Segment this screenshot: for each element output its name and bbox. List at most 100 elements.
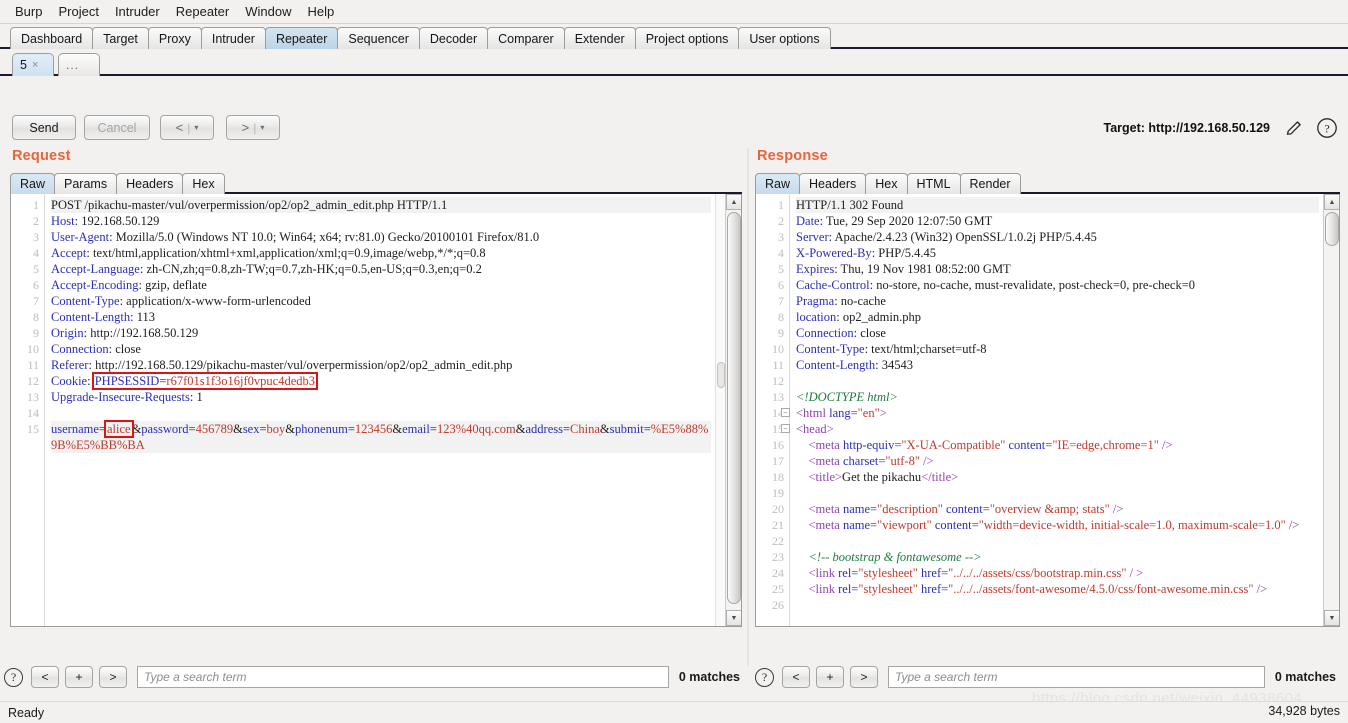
status-text: Ready (8, 705, 45, 720)
menu-item-intruder[interactable]: Intruder (108, 2, 167, 21)
response-tab-headers[interactable]: Headers (799, 173, 867, 194)
fold-toggle-icon[interactable]: − (781, 424, 790, 433)
request-token: & (233, 422, 243, 436)
response-token: lang= (829, 406, 858, 420)
request-token: : 192.168.50.129 (74, 214, 160, 228)
help-icon[interactable]: ? (755, 667, 774, 687)
history-forward-button[interactable]: > | ▾ (226, 115, 280, 140)
request-token: : text/html,application/xhtml+xml,applic… (86, 246, 486, 260)
request-code-area[interactable]: POST /pikachu-master/vul/overpermission/… (45, 194, 715, 626)
help-icon[interactable]: ? (4, 667, 23, 687)
search-prev-button[interactable]: < (782, 666, 810, 688)
fold-toggle-icon[interactable]: − (781, 408, 790, 417)
response-editor[interactable]: 1 2 3 4 5 6 7 8 9 10 11 12 13 14−15−16 17 18 19 20 21 22 23 2… (755, 194, 1340, 627)
help-icon[interactable]: ? (1316, 117, 1338, 139)
response-token: <meta (796, 454, 843, 468)
scroll-up-icon[interactable]: ▲ (726, 194, 741, 210)
response-token: <title> (796, 470, 843, 484)
svg-text:?: ? (1324, 121, 1329, 135)
repeater-tab-new[interactable]: ... (58, 53, 100, 76)
search-next-button[interactable]: > (99, 666, 127, 688)
response-token: Date (796, 214, 820, 228)
response-token: : op2_admin.php (836, 310, 921, 324)
tab-proxy[interactable]: Proxy (147, 27, 202, 49)
request-editor[interactable]: 1 2 3 4 5 6 7 8 9 10 11 12 13 14 15 POST /pikachu-mast… (10, 194, 742, 627)
scroll-down-icon[interactable]: ▼ (726, 610, 741, 626)
response-line-number: 20 (772, 502, 784, 516)
search-next-button[interactable]: > (850, 666, 878, 688)
pencil-icon[interactable] (1284, 118, 1304, 138)
response-token: <meta (796, 502, 843, 516)
search-add-button[interactable]: + (65, 666, 93, 688)
request-scroll-thumb[interactable] (727, 212, 741, 604)
response-vertical-scrollbar[interactable]: ▲ ▼ (1323, 194, 1339, 626)
tab-project-options[interactable]: Project options (634, 27, 740, 49)
response-tab-hex[interactable]: Hex (865, 173, 908, 194)
tab-user-options[interactable]: User options (738, 27, 831, 49)
close-icon[interactable]: × (32, 59, 38, 71)
search-input[interactable]: Type a search term (137, 666, 669, 688)
response-line-number: 13 (772, 390, 784, 404)
tab-repeater[interactable]: Repeater (264, 27, 339, 49)
response-title: Response (757, 148, 828, 164)
response-token: name= (842, 518, 878, 532)
tab-decoder[interactable]: Decoder (418, 27, 489, 49)
tab-extender[interactable]: Extender (563, 27, 636, 49)
cancel-button[interactable]: Cancel (84, 115, 150, 140)
menu-item-repeater[interactable]: Repeater (169, 2, 236, 21)
search-prev-button[interactable]: < (31, 666, 59, 688)
request-tab-raw[interactable]: Raw (10, 173, 56, 194)
request-token: POST /pikachu-master/vul/overpermission/… (51, 198, 448, 212)
response-code-area[interactable]: HTTP/1.1 302 Found Date: Tue, 29 Sep 2020… (790, 194, 1323, 626)
search-input[interactable]: Type a search term (888, 666, 1265, 688)
request-token: Accept (51, 246, 87, 260)
response-token: : 34543 (875, 358, 914, 372)
request-line: Accept-Language: zh-CN,zh;q=0.8,zh-TW;q=… (51, 261, 711, 277)
response-token: Content-Length (796, 358, 876, 372)
tab-target[interactable]: Target (92, 27, 149, 49)
response-token: "width=device-width, initial-scale=1.0, … (978, 518, 1286, 532)
menu-item-project[interactable]: Project (51, 2, 105, 21)
scroll-up-icon[interactable]: ▲ (1324, 194, 1339, 210)
response-line: <link rel="stylesheet" href="../../../as… (796, 565, 1319, 581)
response-line: <title>Get the pikachu</title> (796, 469, 1319, 485)
request-minimap-rail[interactable] (715, 194, 725, 626)
tab-comparer[interactable]: Comparer (487, 27, 565, 49)
menu-item-burp[interactable]: Burp (8, 2, 49, 21)
tab-intruder[interactable]: Intruder (200, 27, 266, 49)
tab-sequencer[interactable]: Sequencer (337, 27, 420, 49)
response-tab-strip: Raw Headers Hex HTML Render (755, 172, 1340, 194)
menu-item-window[interactable]: Window (238, 2, 298, 21)
request-line: Host: 192.168.50.129 (51, 213, 711, 229)
scroll-down-icon[interactable]: ▼ (1324, 610, 1339, 626)
search-add-button[interactable]: + (816, 666, 844, 688)
response-token: "../../../assets/css/bootstrap.min.css" (948, 566, 1127, 580)
response-scroll-thumb[interactable] (1325, 212, 1339, 246)
request-tab-params[interactable]: Params (54, 173, 118, 194)
request-line (51, 405, 711, 421)
tab-dashboard[interactable]: Dashboard (10, 27, 94, 49)
response-line-number: 6 (778, 278, 784, 292)
response-tab-raw[interactable]: Raw (755, 173, 801, 194)
response-line (796, 485, 1319, 501)
repeater-tab-5[interactable]: 5 × (12, 53, 54, 76)
panel-divider[interactable] (747, 148, 749, 666)
request-tab-headers[interactable]: Headers (116, 173, 184, 194)
request-highlight-box: PHPSESSID=r67f01s1f3o16jf0vpuc4dedb3 (91, 372, 319, 390)
menu-item-help[interactable]: Help (300, 2, 341, 21)
response-token: "description" (877, 502, 943, 516)
send-button[interactable]: Send (12, 115, 76, 140)
response-line-number: 21 (772, 518, 784, 532)
response-token: <link (796, 582, 839, 596)
response-line-number: 10 (772, 342, 784, 356)
request-minimap-thumb[interactable] (717, 362, 725, 388)
request-line-number: 12 (27, 374, 39, 388)
response-tab-html[interactable]: HTML (906, 173, 961, 194)
request-tab-hex[interactable]: Hex (182, 173, 225, 194)
response-line: location: op2_admin.php (796, 309, 1319, 325)
request-vertical-scrollbar[interactable]: ▲ ▼ (725, 194, 741, 626)
request-line-number: 13 (27, 390, 39, 404)
history-back-button[interactable]: < | ▾ (160, 115, 214, 140)
response-tab-render[interactable]: Render (959, 173, 1021, 194)
request-token: Connection (51, 342, 109, 356)
